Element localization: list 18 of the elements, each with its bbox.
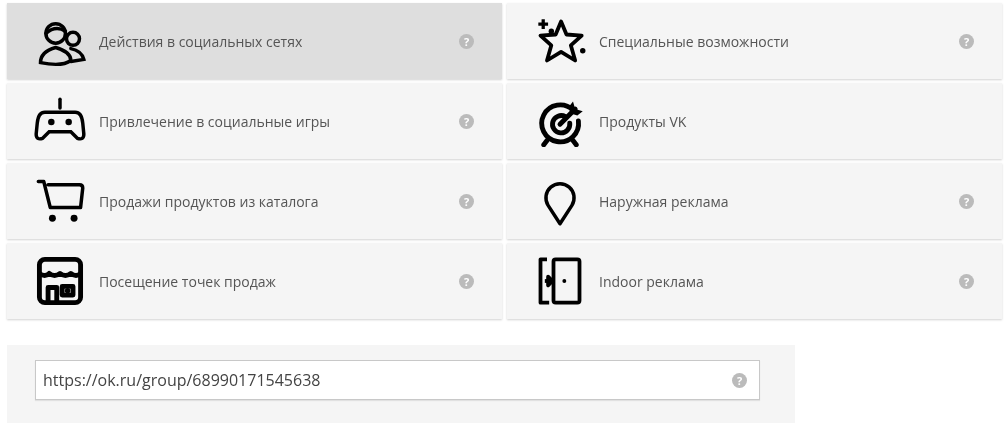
option-card[interactable]: Продукты VK bbox=[507, 83, 1002, 159]
option-card[interactable]: Продажи продуктов из каталога ? bbox=[7, 163, 502, 239]
option-label: Наружная реклама bbox=[599, 191, 730, 211]
option-label: Продажи продуктов из каталога bbox=[99, 191, 320, 211]
option-card[interactable]: Indoor реклама ? bbox=[507, 243, 1002, 319]
option-label: Посещение точек продаж bbox=[99, 271, 277, 291]
option-label: Привлечение в социальные игры bbox=[99, 111, 332, 131]
option-label: Действия в социальных сетях bbox=[99, 31, 304, 51]
storefront-icon bbox=[34, 255, 86, 307]
option-card[interactable]: Наружная реклама ? bbox=[507, 163, 1002, 239]
option-label: Indoor реклама bbox=[599, 271, 705, 291]
option-card[interactable]: Привлечение в социальные игры ? bbox=[7, 83, 502, 159]
option-label: Продукты VK bbox=[599, 111, 688, 131]
link-field[interactable]: https://ok.ru/group/68990171545638 ? bbox=[35, 360, 760, 400]
option-label: Специальные возможности bbox=[599, 31, 790, 51]
option-card[interactable]: Специальные возможности ? bbox=[507, 3, 1002, 79]
option-card[interactable]: Посещение точек продаж ? bbox=[7, 243, 502, 319]
option-card[interactable]: Действия в социальных сетях ? bbox=[7, 3, 502, 79]
